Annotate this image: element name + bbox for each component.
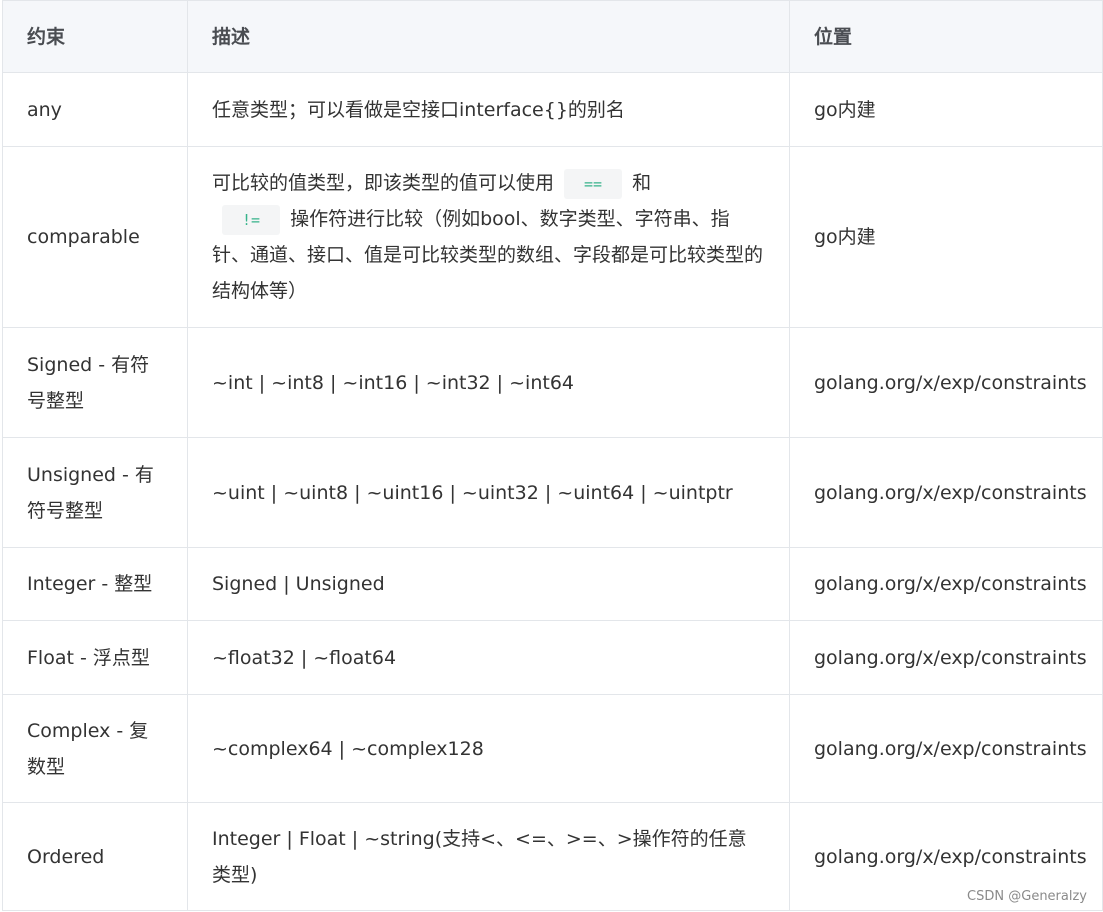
constraints-table: 约束 描述 位置 any 任意类型；可以看做是空接口interface{}的别名… bbox=[2, 0, 1103, 911]
location-cell: golang.org/x/exp/constraints bbox=[789, 620, 1103, 695]
table-row: Float - 浮点型 ~float32 | ~float64 golang.o… bbox=[2, 620, 1103, 695]
table-row: comparable 可比较的值类型，即该类型的值可以使用 == 和 != 操作符进行比… bbox=[2, 146, 1103, 328]
description-cell: Signed | Unsigned bbox=[187, 547, 790, 621]
constraint-cell: comparable bbox=[2, 146, 188, 328]
table-row: any 任意类型；可以看做是空接口interface{}的别名 go内建 bbox=[2, 72, 1103, 147]
header-row: 约束 描述 位置 bbox=[2, 0, 1103, 73]
constraint-cell: Integer - 整型 bbox=[2, 547, 188, 621]
inline-code-not-equals: != bbox=[222, 204, 281, 235]
watermark: CSDN @Generalzy bbox=[967, 889, 1087, 904]
table-row: Unsigned - 有符号整型 ~uint | ~uint8 | ~uint1… bbox=[2, 437, 1103, 548]
description-text: 可比较的值类型，即该类型的值可以使用 bbox=[212, 172, 555, 194]
constraint-cell: any bbox=[2, 72, 188, 147]
table-row: Complex - 复数型 ~complex64 | ~complex128 g… bbox=[2, 694, 1103, 803]
inline-code-equals: == bbox=[564, 168, 623, 199]
description-cell: ~uint | ~uint8 | ~uint16 | ~uint32 | ~ui… bbox=[187, 437, 790, 548]
constraint-cell: Float - 浮点型 bbox=[2, 620, 188, 695]
header-constraint: 约束 bbox=[2, 0, 188, 73]
table-row: Integer - 整型 Signed | Unsigned golang.or… bbox=[2, 547, 1103, 621]
table-row: Signed - 有符号整型 ~int | ~int8 | ~int16 | ~… bbox=[2, 327, 1103, 438]
location-cell: golang.org/x/exp/constraints bbox=[789, 694, 1103, 803]
constraint-cell: Ordered bbox=[2, 802, 188, 911]
description-cell: ~int | ~int8 | ~int16 | ~int32 | ~int64 bbox=[187, 327, 790, 438]
description-text: 和 bbox=[632, 172, 652, 194]
header-location: 位置 bbox=[789, 0, 1103, 73]
location-cell: golang.org/x/exp/constraints bbox=[789, 327, 1103, 438]
description-cell: ~float32 | ~float64 bbox=[187, 620, 790, 695]
constraint-cell: Complex - 复数型 bbox=[2, 694, 188, 803]
location-cell: go内建 bbox=[789, 72, 1103, 147]
description-cell: 可比较的值类型，即该类型的值可以使用 == 和 != 操作符进行比较（例如bool、数字… bbox=[187, 146, 790, 328]
constraint-cell: Unsigned - 有符号整型 bbox=[2, 437, 188, 548]
location-cell: golang.org/x/exp/constraints bbox=[789, 547, 1103, 621]
location-cell: go内建 bbox=[789, 146, 1103, 328]
constraint-cell: Signed - 有符号整型 bbox=[2, 327, 188, 438]
description-cell: 任意类型；可以看做是空接口interface{}的别名 bbox=[187, 72, 790, 147]
table-row: Ordered Integer | Float | ~string(支持<、<=… bbox=[2, 802, 1103, 911]
description-cell: Integer | Float | ~string(支持<、<=、>=、>操作符… bbox=[187, 802, 790, 911]
header-description: 描述 bbox=[187, 0, 790, 73]
location-cell: golang.org/x/exp/constraints bbox=[789, 437, 1103, 548]
description-cell: ~complex64 | ~complex128 bbox=[187, 694, 790, 803]
description-text: 操作符进行比较（例如bool、数字类型、字符串、指针、通道、接口、值是可比较类型… bbox=[212, 208, 764, 302]
